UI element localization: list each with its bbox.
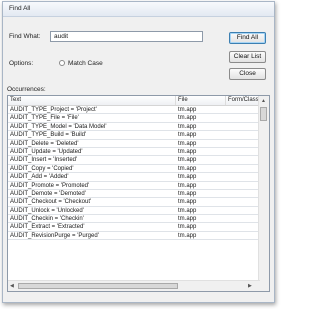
table-row[interactable]: AUDIT_Add = 'Added' tm.app [8, 173, 260, 182]
column-header-form-class[interactable]: Form/Class [226, 96, 260, 105]
row-file-cell: tm.app [178, 182, 197, 189]
row-text-cell: AUDIT_Update = 'Updated' [10, 148, 83, 155]
row-text-cell: AUDIT_TYPE_Build = 'Build' [10, 132, 87, 139]
row-text-cell: AUDIT_Extract = 'Extracted' [10, 224, 85, 231]
column-header-file[interactable]: File [176, 96, 226, 105]
row-text-cell: AUDIT_TYPE_File = 'File' [10, 115, 79, 122]
table-row[interactable]: AUDIT_Checkout = 'Checkout' tm.app [8, 198, 260, 207]
clear-list-button[interactable]: Clear List [229, 51, 266, 63]
table-row[interactable]: AUDIT_Checkin = 'Checkin' tm.app [8, 215, 260, 224]
row-file-cell: tm.app [178, 115, 197, 122]
list-header: Text File Form/Class [8, 96, 260, 106]
table-row[interactable]: AUDIT_Insert = 'Inserted' tm.app [8, 156, 260, 165]
row-text-cell: AUDIT_Promote = 'Promoted' [10, 182, 90, 189]
find-all-dialog: Find All Find What: audit Options: Match… [2, 1, 275, 303]
column-header-text[interactable]: Text [8, 96, 176, 105]
scroll-right-icon[interactable]: ▶ [248, 283, 252, 289]
row-file-cell: tm.app [178, 190, 197, 197]
table-row[interactable]: AUDIT_Update = 'Updated' tm.app [8, 148, 260, 157]
row-text-cell: AUDIT_TYPE_Model = 'Data Model' [10, 123, 107, 130]
table-row[interactable]: AUDIT_Extract = 'Extracted' tm.app [8, 223, 260, 232]
row-text-cell: AUDIT_Demote = 'Demoted' [10, 190, 86, 197]
scroll-up-icon[interactable]: ▲ [261, 98, 266, 104]
occurrences-list[interactable]: Text File Form/Class AUDIT_TYPE_Project … [7, 95, 270, 292]
row-file-cell: tm.app [178, 174, 197, 181]
close-button[interactable]: Close [229, 68, 266, 80]
find-what-input[interactable]: audit [50, 31, 203, 42]
row-file-cell: tm.app [178, 140, 197, 147]
row-file-cell: tm.app [178, 132, 197, 139]
table-row[interactable]: AUDIT_Unlock = 'Unlocked' tm.app [8, 207, 260, 216]
row-text-cell: AUDIT_Checkin = 'Checkin' [10, 216, 84, 223]
row-text-cell: AUDIT_Add = 'Added' [10, 174, 69, 181]
table-row[interactable]: AUDIT_TYPE_Project = 'Project' tm.app [8, 106, 260, 115]
row-file-cell: tm.app [178, 165, 197, 172]
row-text-cell: AUDIT_Unlock = 'Unlocked' [10, 207, 84, 214]
row-text-cell: AUDIT_RevisionPurge = 'Purged' [10, 232, 99, 239]
find-all-button[interactable]: Find All [229, 32, 266, 44]
match-case-radio[interactable] [59, 60, 65, 66]
row-text-cell: AUDIT_TYPE_Project = 'Project' [10, 107, 97, 113]
row-file-cell: tm.app [178, 232, 197, 239]
find-what-label: Find What: [9, 33, 41, 40]
table-row[interactable]: AUDIT_Delete = 'Deleted' tm.app [8, 140, 260, 148]
match-case-label[interactable]: Match Case [68, 60, 103, 67]
window-title: Find All [9, 5, 31, 12]
table-row[interactable]: AUDIT_RevisionPurge = 'Purged' tm.app [8, 232, 260, 241]
row-file-cell: tm.app [178, 107, 197, 113]
options-label: Options: [9, 60, 34, 67]
table-row[interactable]: AUDIT_Copy = 'Copied' tm.app [8, 165, 260, 174]
occurrences-label: Occurrences: [7, 86, 46, 93]
row-text-cell: AUDIT_Delete = 'Deleted' [10, 140, 79, 147]
scroll-left-icon[interactable]: ◀ [10, 283, 14, 289]
table-row[interactable]: AUDIT_Demote = 'Demoted' tm.app [8, 190, 260, 199]
row-file-cell: tm.app [178, 224, 197, 231]
row-file-cell: tm.app [178, 123, 197, 130]
horizontal-scrollbar[interactable]: ◀ ▶ [8, 280, 260, 291]
table-row[interactable]: AUDIT_TYPE_File = 'File' tm.app [8, 114, 260, 123]
scrollbar-corner [259, 281, 269, 291]
row-file-cell: tm.app [178, 199, 197, 206]
list-rows: AUDIT_TYPE_Project = 'Project' tm.app AUDI… [8, 106, 260, 241]
table-row[interactable]: AUDIT_Promote = 'Promoted' tm.app [8, 182, 260, 190]
table-row[interactable]: AUDIT_TYPE_Build = 'Build' tm.app [8, 131, 260, 140]
row-file-cell: tm.app [178, 148, 197, 155]
row-text-cell: AUDIT_Checkout = 'Checkout' [10, 199, 92, 206]
row-file-cell: tm.app [178, 216, 197, 223]
vertical-scroll-thumb[interactable] [260, 107, 267, 121]
row-text-cell: AUDIT_Copy = 'Copied' [10, 165, 74, 172]
horizontal-scroll-thumb[interactable] [18, 283, 178, 289]
row-text-cell: AUDIT_Insert = 'Inserted' [10, 157, 78, 164]
vertical-scrollbar[interactable]: ▲ [258, 96, 269, 282]
table-row[interactable]: AUDIT_TYPE_Model = 'Data Model' tm.app [8, 123, 260, 132]
title-bar[interactable]: Find All [3, 2, 274, 17]
row-file-cell: tm.app [178, 207, 197, 214]
row-file-cell: tm.app [178, 157, 197, 164]
